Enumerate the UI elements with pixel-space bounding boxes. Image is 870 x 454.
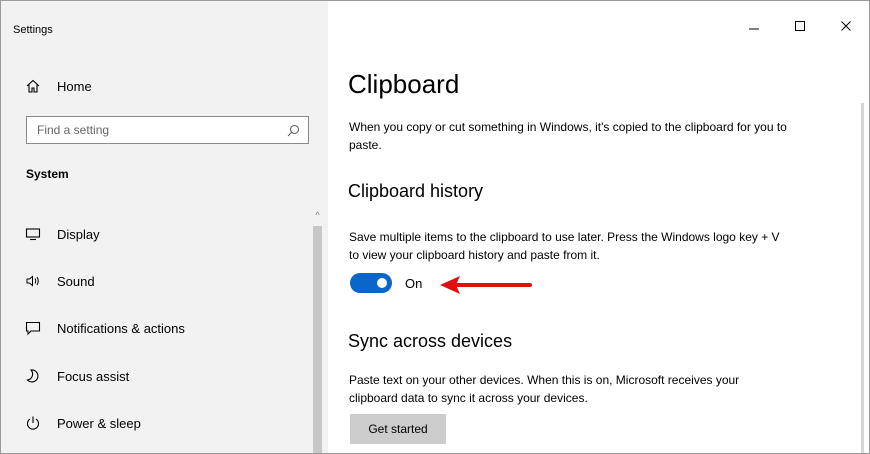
sidebar-item-label: Notifications & actions <box>57 320 185 336</box>
display-icon <box>25 228 41 241</box>
sidebar-item-display[interactable]: Display <box>25 224 100 244</box>
main-scrollbar[interactable] <box>861 103 864 453</box>
home-icon <box>26 79 40 93</box>
sidebar-item-power-sleep[interactable]: Power & sleep <box>25 413 141 433</box>
sidebar-item-label: Power & sleep <box>57 415 141 431</box>
settings-window: Settings Home System ^ Display <box>0 0 870 454</box>
clipboard-history-description: Save multiple items to the clipboard to … <box>349 230 780 262</box>
scroll-up-arrow[interactable]: ^ <box>313 211 322 220</box>
sidebar-item-label: Home <box>57 78 92 94</box>
speaker-icon <box>26 275 39 287</box>
toggle-knob <box>377 278 387 288</box>
section-heading: System <box>26 167 69 181</box>
sidebar-item-label: Sound <box>57 273 95 289</box>
search-box[interactable] <box>26 116 309 144</box>
sidebar-item-label: Display <box>57 226 100 242</box>
clipboard-history-heading: Clipboard history <box>348 181 484 201</box>
clipboard-intro-text: When you copy or cut something in Window… <box>349 120 787 152</box>
notification-icon <box>25 321 41 336</box>
power-icon <box>26 416 40 430</box>
toggle-state-label: On <box>405 276 423 291</box>
sidebar-item-home[interactable]: Home <box>25 77 92 95</box>
sync-description: Paste text on your other devices. When t… <box>349 373 740 405</box>
search-icon[interactable] <box>287 124 300 137</box>
minimize-button[interactable] <box>731 11 777 41</box>
minimize-icon <box>749 28 759 30</box>
moon-icon <box>26 369 39 383</box>
search-input[interactable] <box>35 122 287 138</box>
maximize-button[interactable] <box>777 11 823 41</box>
close-icon <box>841 21 851 31</box>
sidebar-item-sound[interactable]: Sound <box>25 271 95 291</box>
get-started-button[interactable]: Get started <box>350 414 446 444</box>
clipboard-history-toggle[interactable] <box>350 273 392 293</box>
sidebar-item-notifications[interactable]: Notifications & actions <box>25 318 185 338</box>
window-controls <box>731 11 869 41</box>
sidebar: Settings Home System ^ Display <box>1 1 328 453</box>
annotation-arrow-icon <box>440 276 532 294</box>
sync-heading: Sync across devices <box>348 331 513 351</box>
page-title: Clipboard <box>348 69 460 99</box>
maximize-icon <box>795 21 805 31</box>
sidebar-item-label: Focus assist <box>57 368 130 384</box>
sidebar-scrollbar[interactable] <box>313 226 322 453</box>
sidebar-item-focus-assist[interactable]: Focus assist <box>25 366 129 386</box>
app-title: Settings <box>13 24 53 36</box>
close-button[interactable] <box>823 11 869 41</box>
